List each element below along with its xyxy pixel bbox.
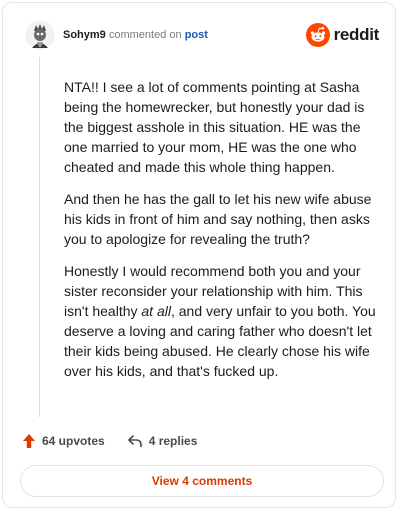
comment-paragraph-2: And then he has the gall to let his new …	[64, 191, 372, 247]
comment-paragraph-3: Honestly I would recommend both you and …	[64, 261, 380, 381]
comment-byline: Sohym9 commented on post	[63, 29, 208, 41]
post-link[interactable]: post	[185, 29, 208, 41]
avatar-icon[interactable]	[25, 20, 55, 50]
reply-arrow-icon	[127, 435, 142, 448]
reddit-logo-icon	[305, 23, 330, 47]
thread-line[interactable]	[39, 57, 40, 417]
username-link[interactable]: Sohym9	[63, 29, 106, 41]
comment-body: NTA!! I see a lot of comments pointing a…	[64, 77, 380, 393]
upvote-count: 64 upvotes	[42, 434, 105, 448]
comment-header: Sohym9 commented on post reddit	[25, 20, 381, 54]
comment-emphasis: at all	[141, 303, 171, 319]
comment-actions: 64 upvotes 4 replies	[22, 432, 197, 450]
reply-count: 4 replies	[148, 434, 198, 448]
replies-button[interactable]: 4 replies	[127, 434, 198, 448]
reddit-wordmark: reddit	[333, 25, 380, 44]
view-comments-button[interactable]: View 4 comments	[20, 465, 384, 497]
byline-action-text: commented on	[108, 29, 182, 41]
upvote-button[interactable]: 64 upvotes	[22, 433, 105, 449]
reddit-brand[interactable]: reddit	[305, 22, 380, 48]
comment-card: Sohym9 commented on post reddit NTA!! I …	[2, 2, 396, 508]
comment-paragraph-1: NTA!! I see a lot of comments pointing a…	[64, 79, 365, 175]
upvote-arrow-icon	[23, 434, 35, 448]
